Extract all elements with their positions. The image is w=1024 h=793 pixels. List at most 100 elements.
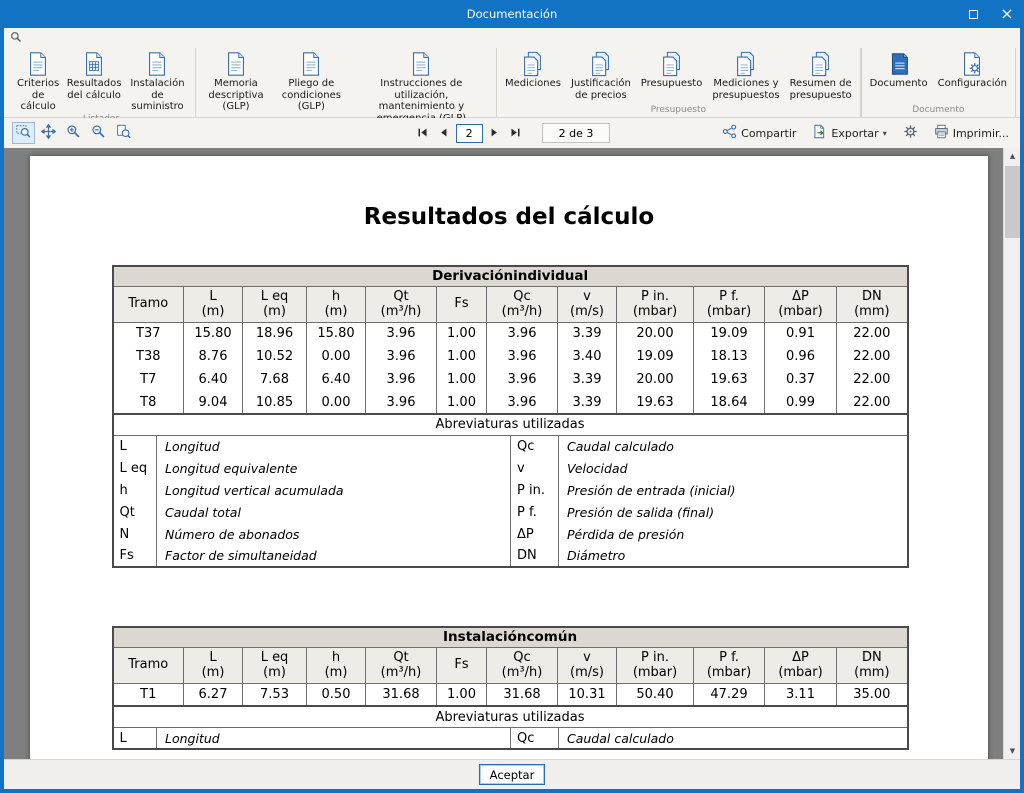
table-cell: 1.00	[436, 345, 487, 369]
ribbon-item-configuracion[interactable]: Configuración	[933, 48, 1012, 90]
window-body: Criterios de cálculo Resultados del cálcu…	[4, 28, 1020, 789]
ribbon-item-label: Criterios de cálculo	[17, 78, 60, 112]
view-tools	[12, 122, 414, 144]
window-title: Documentación	[466, 7, 558, 21]
table-cell: 20.00	[616, 368, 694, 392]
scrollbar-thumb[interactable]	[1005, 166, 1020, 238]
scrollbar-up-icon[interactable]: ▲	[1004, 148, 1020, 164]
table-cell: 3.96	[365, 322, 437, 346]
ribbon-item-label: Presupuesto	[640, 78, 703, 89]
abbreviation-key: Qc	[510, 435, 559, 458]
zoom-out-button[interactable]	[87, 122, 110, 144]
table-cell: 0.91	[764, 322, 837, 346]
table-cell: 18.96	[242, 322, 307, 346]
abbreviations-title: Abreviaturas utilizadas	[111, 413, 909, 436]
scrollbar-down-icon[interactable]: ▼	[1004, 743, 1020, 759]
abbreviation-key: N	[112, 523, 157, 546]
abbreviation-row: L Longitud Qc Caudal calculado	[112, 727, 909, 750]
ribbon-item-justificacion-de-precios[interactable]: Justificación de precios	[566, 48, 636, 101]
maximize-icon	[968, 9, 978, 19]
abbreviations-table: Abreviaturas utilizadas L Longitud Qc Caudal…	[111, 705, 909, 751]
abbreviations-title: Abreviaturas utilizadas	[111, 705, 909, 728]
ribbon-item-instrucciones-de-utilizacion[interactable]: Instrucciones de utilización, mantenimie…	[350, 48, 493, 124]
abbreviation-key: L eq	[112, 457, 157, 480]
vertical-scrollbar[interactable]: ▲ ▼	[1003, 148, 1020, 759]
table-cell: 10.52	[242, 345, 307, 369]
search-icon[interactable]	[10, 31, 22, 43]
settings-button[interactable]	[900, 122, 921, 144]
table-cell: 8.76	[183, 345, 243, 369]
ribbon-item-presupuesto[interactable]: Presupuesto	[636, 48, 708, 90]
column-header: ΔP (mbar)	[764, 646, 837, 684]
table-cell: 31.68	[365, 683, 437, 707]
zoom-out-icon	[91, 124, 106, 142]
column-header: P in. (mbar)	[616, 285, 694, 323]
table-cell: 19.09	[616, 345, 694, 369]
zoom-in-button[interactable]	[62, 122, 85, 144]
print-button[interactable]: Imprimir...	[931, 122, 1012, 144]
report-section: Instalacióncomún Tramo L (m) L eq (m) h (m) Q…	[111, 626, 909, 751]
table-cell: 3.96	[365, 391, 437, 415]
conditions-doc-icon	[298, 50, 324, 78]
ribbon-item-criterios-de-calculo[interactable]: Criterios de cálculo	[11, 48, 65, 113]
table-cell: 3.96	[486, 322, 558, 346]
abbreviation-description: Longitud equivalente	[156, 457, 511, 480]
table-cell: 0.96	[764, 345, 837, 369]
abbreviation-description: Longitud vertical acumulada	[156, 479, 511, 502]
table-cell: 0.99	[764, 391, 837, 415]
close-button[interactable]: ×	[990, 0, 1024, 28]
zoom-page-button[interactable]	[112, 122, 135, 144]
prev-page-icon	[438, 126, 449, 141]
first-page-button[interactable]	[414, 124, 432, 142]
action-label: Compartir	[741, 126, 797, 140]
abbreviation-key: L	[112, 727, 157, 750]
abbreviation-description: Diámetro	[558, 545, 909, 568]
ribbon-item-memoria-descriptiva[interactable]: Memoria descriptiva (GLP)	[199, 48, 273, 113]
table-cell: 1.00	[436, 683, 487, 707]
ribbon-item-documento[interactable]: Documento	[865, 48, 933, 90]
column-header: h (m)	[306, 646, 366, 684]
ribbon-item-mediciones-y-presupuestos[interactable]: Mediciones y presupuestos	[707, 48, 784, 101]
ribbon-item-resultados-del-calculo[interactable]: Resultados del cálculo	[65, 48, 123, 101]
page-indicator-button[interactable]: 2 de 3	[541, 123, 611, 143]
ribbon-item-instalacion-de-suministro[interactable]: Instalación de suministro	[123, 48, 192, 113]
previous-page-button[interactable]	[435, 124, 453, 142]
table-cell: 3.39	[557, 391, 617, 415]
accept-button[interactable]: Aceptar	[479, 764, 545, 785]
share-button[interactable]: Compartir	[719, 122, 799, 144]
document-actions: Compartir Exportar ▾ Imprimir...	[610, 122, 1012, 144]
report-section: Derivaciónindividual Tramo L (m) L eq (m) h …	[111, 265, 909, 569]
abbreviation-row: L Longitud Qc Caudal calculado	[112, 435, 909, 458]
ribbon-group-listados: Criterios de cálculo Resultados del cálcu…	[8, 48, 197, 124]
table-cell: T8	[112, 391, 184, 415]
next-page-button[interactable]	[486, 124, 504, 142]
results-table: Instalacióncomún Tramo L (m) L eq (m) h (m) Q…	[111, 626, 909, 708]
table-cell: 6.40	[183, 368, 243, 392]
ribbon-item-mediciones[interactable]: Mediciones	[500, 48, 566, 90]
table-cell: 19.63	[693, 368, 765, 392]
zoom-region-button[interactable]	[12, 122, 35, 144]
ribbon-item-label: Resultados del cálculo	[66, 78, 122, 101]
document-book-icon	[886, 50, 912, 78]
zoom-in-icon	[66, 124, 81, 142]
ribbon-group-presupuesto: Mediciones Justificación de precios Presup…	[497, 48, 861, 117]
ribbon-item-resumen-de-presupuesto[interactable]: Resumen de presupuesto	[785, 48, 857, 101]
first-page-icon	[417, 126, 428, 141]
last-page-button[interactable]	[507, 124, 525, 142]
export-button[interactable]: Exportar ▾	[809, 122, 889, 144]
ribbon-item-pliego-de-condiciones[interactable]: Pliego de condiciones (GLP)	[273, 48, 350, 113]
column-header: L (m)	[183, 646, 243, 684]
table-cell: 9.04	[183, 391, 243, 415]
page-number-input[interactable]	[455, 123, 483, 143]
column-header: L eq (m)	[242, 646, 307, 684]
abbreviation-key: Qc	[510, 727, 559, 750]
pan-button[interactable]	[37, 122, 60, 144]
table-cell: 3.96	[486, 391, 558, 415]
window-controls: ×	[956, 0, 1024, 28]
report-icon	[25, 50, 51, 78]
abbreviation-description: Caudal calculado	[558, 435, 909, 458]
close-icon: ×	[1000, 4, 1014, 23]
abbreviation-key: h	[112, 479, 157, 502]
maximize-button[interactable]	[956, 0, 990, 28]
column-header: L (m)	[183, 285, 243, 323]
